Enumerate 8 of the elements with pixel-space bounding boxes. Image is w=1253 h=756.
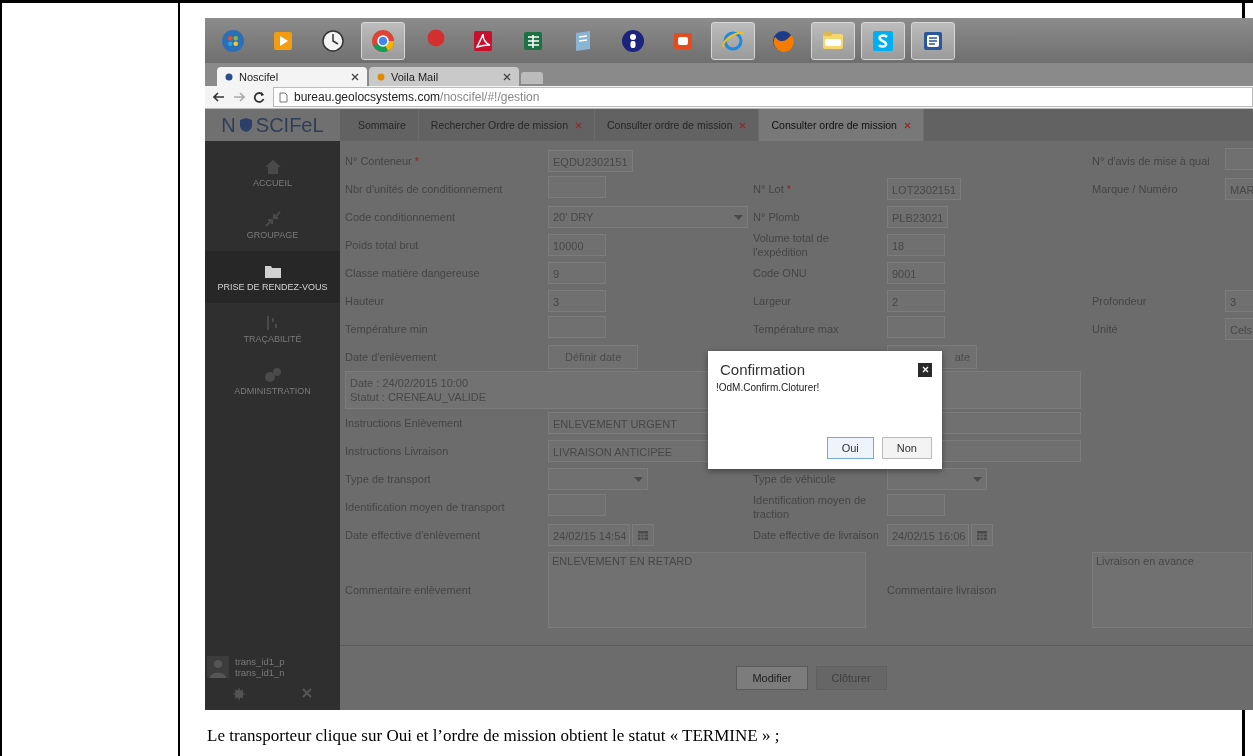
logo-text: SCIFeL — [255, 113, 324, 137]
dialog-message: !OdM.Confirm.Cloturer! — [716, 382, 821, 393]
url-text: bureau.geolocsystems.com/noscifel/#!/gestion — [294, 90, 540, 104]
user-name: trans_id1_n — [235, 667, 285, 678]
caption-text: Le transporteur clique sur Oui et l’ordre de mission obtient le statut « TERMINE » ; — [207, 726, 781, 746]
logo-text: N — [221, 113, 236, 137]
dialog-title: Confirmation — [719, 361, 806, 378]
user-name: trans_id1_p — [235, 656, 285, 667]
